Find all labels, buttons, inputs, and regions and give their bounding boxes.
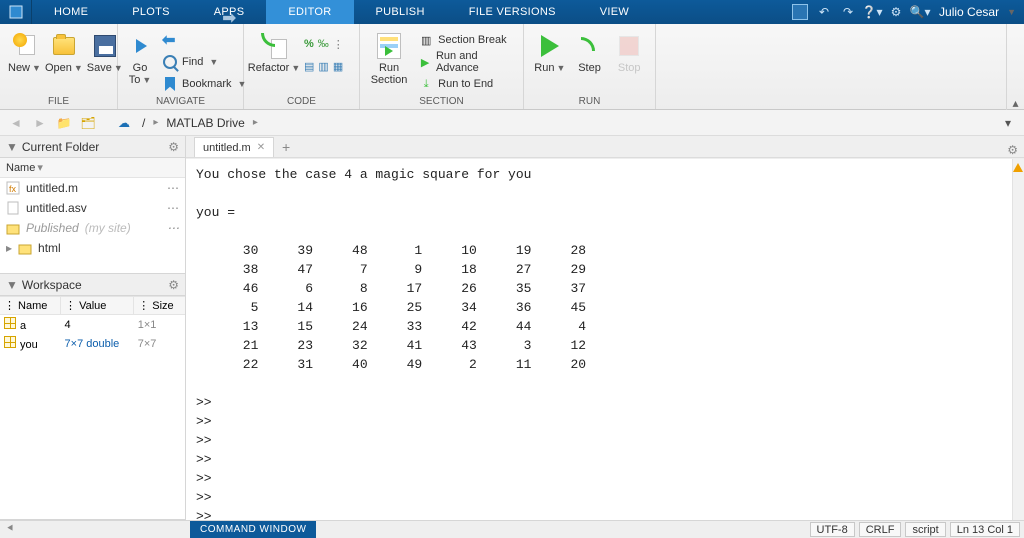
run-advance-button[interactable]: ▶Run and Advance [414,52,515,72]
file-icon [6,201,20,215]
more-icon[interactable]: ⋯ [167,181,179,195]
toolstrip-tab-editor[interactable]: EDITOR [266,0,353,24]
workspace-row[interactable]: you7×7 double7×7 [0,334,185,353]
panel-title: Current Folder [22,140,99,154]
current-folder-panel: ▼Current Folder⚙ Name ▾ fxuntitled.m⋯unt… [0,136,185,274]
nav-fwd-button[interactable]: ➡ [218,8,239,28]
code-tool-2[interactable]: ▤ ▥ ▦ [300,56,348,76]
open-button[interactable]: Open▼ [45,28,83,74]
group-label-navigate: NAVIGATE [126,96,235,109]
quick-save-icon[interactable] [789,2,811,22]
run-to-end-button[interactable]: ⤓Run to End [414,74,515,94]
stop-button[interactable]: Stop [611,28,647,74]
toolstrip-tab-view[interactable]: VIEW [578,0,651,24]
gear-icon[interactable]: ⚙ [168,140,179,154]
redo-icon[interactable]: ↷ [837,2,859,22]
file-icon [6,221,20,235]
goto-button[interactable]: Go To▼ [126,28,154,86]
toolstrip-tab-file-versions[interactable]: FILE VERSIONS [447,0,578,24]
code-tool-1[interactable]: % ‰ ⋮ [300,34,348,54]
file-name: untitled.m [26,181,78,195]
close-icon[interactable]: ✕ [257,142,265,153]
chevron-right-icon: ▸ [153,117,158,128]
address-bar: ◄ ► 📁 🗂 ☁ / ▸ MATLAB Drive ▸ ▾ [0,110,1024,136]
undo-icon[interactable]: ↶ [813,2,835,22]
path-root[interactable]: / [138,116,149,130]
workspace-panel: ▼ Workspace ⚙ ⋮ Name⋮ Value⋮ Size a41×1you… [0,274,185,520]
warning-icon[interactable] [1013,163,1023,172]
group-label-run: RUN [532,96,647,109]
expand-left-icon[interactable]: ⯇ [6,523,15,536]
toolstrip-tab-plots[interactable]: PLOTS [110,0,192,24]
column-header-name[interactable]: Name ▾ [0,158,185,178]
toolstrip-tab-publish[interactable]: PUBLISH [354,0,447,24]
status-command-window[interactable]: COMMAND WINDOW [190,521,316,538]
new-button[interactable]: New▼ [8,28,41,74]
collapse-icon[interactable]: ▼ [6,140,18,154]
status-position[interactable]: Ln 13 Col 1 [950,522,1020,537]
ws-col-size[interactable]: ⋮ Size [134,297,185,315]
address-dropdown-icon[interactable]: ▾ [998,113,1018,133]
toolstrip-tabs: HOMEPLOTSAPPSEDITORPUBLISHFILE VERSIONSV… [0,0,1024,24]
editor-tab[interactable]: untitled.m✕ [194,137,274,157]
find-button[interactable]: Find▼ [158,52,250,72]
gear-icon[interactable]: ⚙ [168,278,179,292]
group-label-section: SECTION [368,96,515,109]
command-window-output[interactable]: You chose the case 4 a magic square for … [186,158,1024,520]
search-icon[interactable]: 🔍▾ [909,2,931,22]
file-row[interactable]: ▸ html [0,238,185,258]
svg-text:fx: fx [9,184,17,194]
nav-back-button[interactable]: ⬅ [158,30,250,50]
ws-col-value[interactable]: ⋮ Value [61,297,134,315]
status-eol[interactable]: CRLF [859,522,902,537]
path-drive[interactable]: MATLAB Drive [162,116,248,130]
section-break-button[interactable]: ▥Section Break [414,30,515,50]
app-logo[interactable] [0,0,32,24]
cloud-icon[interactable]: ☁ [114,113,134,133]
ws-col-name[interactable]: ⋮ Name [0,297,61,315]
file-icon: fx [6,181,20,195]
code-analyzer-strip [1012,159,1024,520]
panel-title: Workspace [22,278,82,292]
run-section-button[interactable]: Run Section [368,28,410,86]
toolstrip-ribbon: New▼ Open▼ Save▼ FILE Go To▼ ⬅ Find▼ Boo… [0,24,1024,110]
file-name: untitled.asv [26,201,87,215]
file-row[interactable]: untitled.asv ⋯ [0,198,185,218]
group-label-code: CODE [252,96,351,109]
folder-tree-icon[interactable]: 🗂 [78,113,98,133]
file-row[interactable]: Published (my site)⋯ [0,218,185,238]
file-row[interactable]: fx untitled.m ⋯ [0,178,185,198]
file-name: Published [26,221,79,235]
status-bar: ⯇ COMMAND WINDOW UTF-8 CRLF script Ln 13… [0,520,1024,538]
toolstrip-tab-home[interactable]: HOME [32,0,110,24]
nav-back-icon[interactable]: ◄ [6,113,26,133]
bookmark-button[interactable]: Bookmark▼ [158,74,250,94]
gear-icon[interactable]: ⚙ [1007,143,1018,157]
folder-up-icon[interactable]: 📁 [54,113,74,133]
step-button[interactable]: Step [572,28,608,74]
more-icon[interactable]: ⋯ [167,201,179,215]
workspace-table: ⋮ Name⋮ Value⋮ Size a41×1you7×7 double7×… [0,296,185,353]
more-icon[interactable]: ⋯ [167,221,179,235]
settings-icon[interactable]: ⚙ [885,2,907,22]
editor-tabs: untitled.m✕ + ⚙ [186,136,1024,158]
workspace-row[interactable]: a41×1 [0,315,185,335]
status-filetype[interactable]: script [905,522,945,537]
user-menu[interactable]: Julio Cesar▼ [939,5,1016,19]
file-icon [18,241,32,255]
refactor-button[interactable]: Refactor▼ [252,28,296,74]
ribbon-collapse-button[interactable]: ▴ [1006,24,1024,110]
collapse-icon[interactable]: ▼ [6,278,18,292]
group-label-file: FILE [8,96,109,109]
run-button[interactable]: Run▼ [532,28,568,74]
help-icon[interactable]: ❔▾ [861,2,883,22]
nav-fwd-icon[interactable]: ► [30,113,50,133]
status-encoding[interactable]: UTF-8 [810,522,855,537]
file-name: html [38,241,61,255]
new-tab-button[interactable]: + [276,139,296,157]
chevron-right-icon: ▸ [253,117,258,128]
